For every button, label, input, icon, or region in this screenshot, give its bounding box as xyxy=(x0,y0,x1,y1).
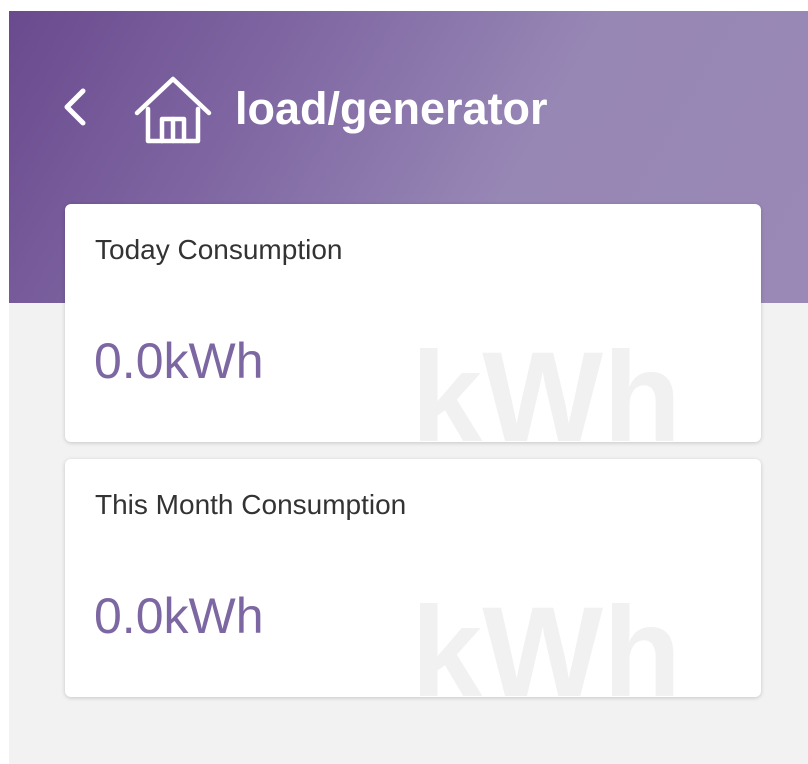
card-watermark: kWh xyxy=(411,581,682,698)
back-button[interactable] xyxy=(55,85,95,129)
today-consumption-card[interactable]: kWh Today Consumption 0.0kWh xyxy=(65,204,761,442)
card-label: This Month Consumption xyxy=(95,489,407,520)
card-label: Today Consumption xyxy=(95,234,343,265)
card-watermark: kWh xyxy=(411,326,682,443)
month-consumption-card[interactable]: kWh This Month Consumption 0.0kWh xyxy=(65,459,761,697)
card-value: 0.0kWh xyxy=(94,588,264,644)
app-screen: load/generator kWh Today Consumption 0.0… xyxy=(9,11,808,764)
chevron-left-icon xyxy=(64,88,86,126)
home-icon xyxy=(134,76,212,144)
card-value: 0.0kWh xyxy=(94,333,264,389)
page-title: load/generator xyxy=(235,83,548,134)
title-bar: load/generator xyxy=(9,71,808,144)
